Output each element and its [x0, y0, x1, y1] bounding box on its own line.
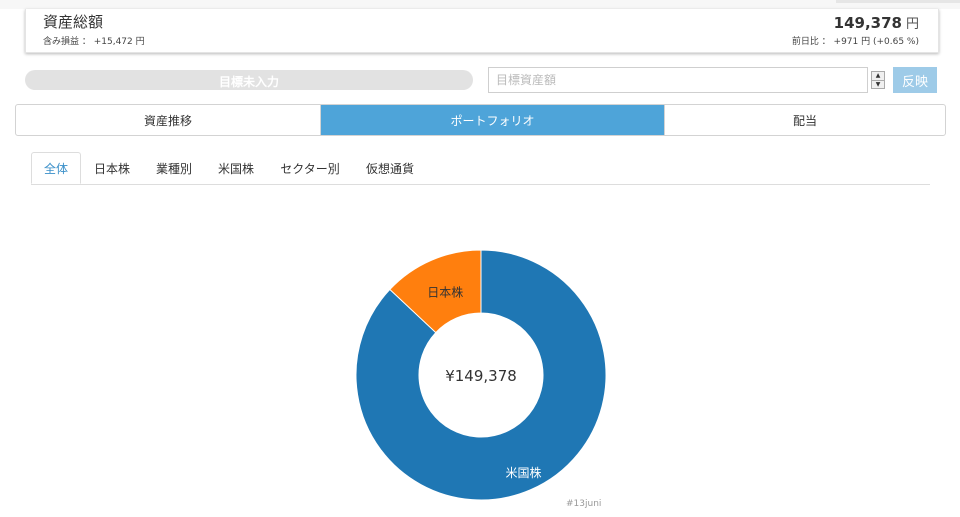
main-tab-bar: 資産推移 ポートフォリオ 配当: [15, 104, 946, 136]
top-strip-tab: [836, 0, 960, 3]
spinner-down-icon[interactable]: ▼: [872, 80, 884, 89]
total-assets-amount: 149,378 円: [834, 14, 919, 34]
total-assets-title: 資産総額: [43, 13, 104, 31]
apply-button[interactable]: 反映: [893, 67, 937, 93]
total-assets-value: 149,378: [833, 14, 902, 32]
portfolio-donut-chart: 米国株 日本株 ¥149,378: [355, 249, 607, 501]
subtab-japan-stocks[interactable]: 日本株: [83, 152, 141, 184]
target-assets-input[interactable]: [488, 67, 868, 93]
tab-portfolio[interactable]: ポートフォリオ: [321, 105, 664, 135]
subtab-industry[interactable]: 業種別: [145, 152, 203, 184]
number-spinner[interactable]: ▲ ▼: [871, 71, 885, 89]
asset-summary-card: 資産総額 含み損益 ： +15,472 円 149,378 円 前日比 ： +97…: [25, 9, 939, 53]
subtab-sector[interactable]: セクター別: [273, 152, 347, 184]
day-change: 前日比 ： +971 円 (+0.65 %): [791, 37, 919, 47]
goal-progress-label: 目標未入力: [218, 74, 279, 89]
watermark: #13juni: [566, 499, 602, 509]
portfolio-subtabs: 全体 日本株 業種別 米国株 セクター別 仮想通貨: [31, 152, 930, 185]
donut-slice-label-0: 米国株: [505, 465, 541, 480]
top-strip: [0, 0, 960, 9]
subtab-crypto[interactable]: 仮想通貨: [357, 152, 423, 184]
tab-asset-history[interactable]: 資産推移: [16, 105, 321, 135]
subtab-us-stocks[interactable]: 米国株: [207, 152, 265, 184]
goal-progress-bar: 目標未入力: [25, 70, 473, 90]
spinner-up-icon[interactable]: ▲: [872, 72, 884, 80]
donut-slice-label-1: 日本株: [427, 284, 463, 299]
donut-center-total: ¥149,378: [445, 367, 517, 385]
unrealized-pl: 含み損益 ： +15,472 円: [43, 37, 145, 47]
currency-unit: 円: [905, 17, 919, 32]
subtab-all[interactable]: 全体: [31, 152, 81, 184]
tab-dividend[interactable]: 配当: [664, 105, 945, 135]
